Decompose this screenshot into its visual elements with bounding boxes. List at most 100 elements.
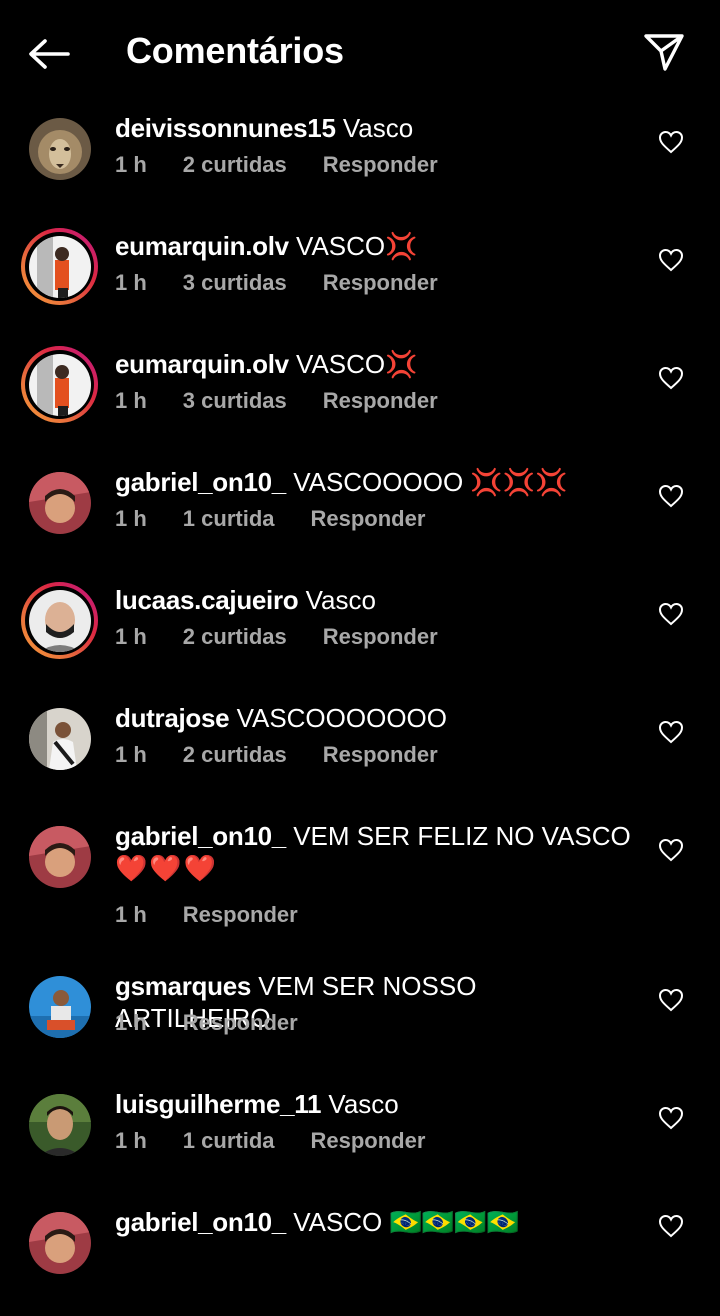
comment-item: eumarquin.olv VASCO💢 1 h 3 curtidas Resp… — [0, 340, 720, 458]
reply-button[interactable]: Responder — [323, 742, 438, 768]
reply-button[interactable]: Responder — [323, 624, 438, 650]
comment-body: VASCO 🇧🇷🇧🇷🇧🇷🇧🇷 — [293, 1207, 519, 1237]
paper-plane-icon — [644, 34, 684, 71]
comment-meta: 1 h 2 curtidas Responder — [115, 152, 474, 178]
comment-meta: 1 h 1 curtida Responder — [115, 506, 461, 532]
heart-outline-icon[interactable] — [658, 130, 684, 154]
avatar-image — [28, 975, 91, 1038]
comment-meta: 1 h 1 curtida Responder — [115, 1128, 461, 1154]
comment-likes[interactable]: 2 curtidas — [183, 742, 287, 768]
comment-list: deivissonnunes15 Vasco 1 h 2 curtidas Re… — [0, 104, 720, 1316]
heart-outline-icon[interactable] — [658, 720, 684, 744]
avatar-image — [28, 117, 91, 180]
heart-outline-icon[interactable] — [658, 1214, 684, 1238]
comment-username[interactable]: dutrajose — [115, 703, 230, 733]
comment-text: gabriel_on10_ VASCO 🇧🇷🇧🇷🇧🇷🇧🇷 — [115, 1206, 635, 1238]
comment-likes[interactable]: 1 curtida — [183, 506, 275, 532]
comment-item: lucaas.cajueiro Vasco 1 h 2 curtidas Res… — [0, 576, 720, 694]
reply-button[interactable]: Responder — [311, 1128, 426, 1154]
comment-meta: 1 h Responder — [115, 1010, 334, 1036]
reply-button[interactable]: Responder — [323, 388, 438, 414]
comment-meta: 1 h 3 curtidas Responder — [115, 270, 474, 296]
comment-likes[interactable]: 2 curtidas — [183, 624, 287, 650]
avatar-image — [28, 471, 91, 534]
avatar[interactable] — [21, 110, 98, 187]
avatar[interactable] — [21, 464, 98, 541]
comment-item: deivissonnunes15 Vasco 1 h 2 curtidas Re… — [0, 104, 720, 222]
comment-username[interactable]: lucaas.cajueiro — [115, 585, 299, 615]
comment-username[interactable]: deivissonnunes15 — [115, 113, 336, 143]
comment-likes[interactable]: 3 curtidas — [183, 270, 287, 296]
heart-outline-icon[interactable] — [658, 248, 684, 272]
heart-outline-icon[interactable] — [658, 484, 684, 508]
avatar[interactable] — [21, 968, 98, 1045]
comment-meta: 1 h 3 curtidas Responder — [115, 388, 474, 414]
comment-username[interactable]: gabriel_on10_ — [115, 1207, 286, 1237]
heart-outline-icon[interactable] — [658, 838, 684, 862]
heart-outline-icon[interactable] — [658, 1106, 684, 1130]
comment-likes[interactable]: 1 curtida — [183, 1128, 275, 1154]
reply-button[interactable]: Responder — [323, 270, 438, 296]
comment-username[interactable]: luisguilherme_11 — [115, 1089, 321, 1119]
avatar[interactable] — [21, 818, 98, 895]
comment-meta: 1 h 2 curtidas Responder — [115, 624, 474, 650]
comment-time: 1 h — [115, 902, 147, 927]
comment-username[interactable]: eumarquin.olv — [115, 349, 289, 379]
reply-button[interactable]: Responder — [323, 152, 438, 178]
avatar-image — [28, 353, 91, 416]
avatar[interactable] — [21, 1204, 98, 1281]
comment-item: gabriel_on10_ VASCOOOOO 💢💢💢 1 h 1 curtid… — [0, 458, 720, 576]
comment-body: VASCO💢 — [296, 231, 418, 261]
comment-username[interactable]: eumarquin.olv — [115, 231, 289, 261]
comment-meta: 1 h 2 curtidas Responder — [115, 742, 474, 768]
comment-time: 1 h — [115, 1128, 147, 1153]
comment-body: VASCOOOOO 💢💢💢 — [293, 467, 568, 497]
comment-likes[interactable]: 3 curtidas — [183, 388, 287, 414]
comment-item: luisguilherme_11 Vasco 1 h 1 curtida Res… — [0, 1080, 720, 1198]
comment-item: eumarquin.olv VASCO💢 1 h 3 curtidas Resp… — [0, 222, 720, 340]
heart-outline-icon[interactable] — [658, 602, 684, 626]
reply-button[interactable]: Responder — [183, 902, 298, 928]
comment-text: luisguilherme_11 Vasco — [115, 1088, 635, 1120]
comment-body: Vasco — [305, 585, 376, 615]
avatar[interactable] — [21, 1086, 98, 1163]
comment-time: 1 h — [115, 1010, 147, 1035]
comment-item: gabriel_on10_ VASCO 🇧🇷🇧🇷🇧🇷🇧🇷 — [0, 1198, 720, 1316]
comment-username[interactable]: gsmarques — [115, 971, 251, 1001]
reply-button[interactable]: Responder — [183, 1010, 298, 1036]
comment-text: lucaas.cajueiro Vasco — [115, 584, 635, 616]
arrow-left-icon — [29, 39, 70, 69]
comment-time: 1 h — [115, 742, 147, 767]
avatar-image — [28, 825, 91, 888]
comment-body: Vasco — [342, 113, 414, 143]
avatar-image — [28, 1093, 91, 1156]
share-button[interactable] — [640, 30, 688, 74]
comment-item: gabriel_on10_ VEM SER FELIZ NO VASCO ❤️❤… — [0, 812, 720, 962]
comment-body: VEM SER FELIZ NO VASCO — [293, 821, 631, 851]
comment-username[interactable]: gabriel_on10_ — [115, 821, 286, 851]
avatar[interactable] — [21, 700, 98, 777]
avatar[interactable] — [21, 228, 98, 305]
avatar[interactable] — [21, 582, 98, 659]
comment-time: 1 h — [115, 152, 147, 177]
page-title: Comentários — [126, 30, 344, 71]
comment-item: gsmarques VEM SER NOSSO ARTILHEIRO 1 h R… — [0, 962, 720, 1080]
comment-text: dutrajose VASCOOOOOOO — [115, 702, 635, 734]
avatar-image — [28, 1211, 91, 1274]
avatar-image — [28, 707, 91, 770]
comment-body-emoji: ❤️❤️❤️ — [115, 853, 219, 883]
comment-text: deivissonnunes15 Vasco — [115, 112, 635, 144]
comment-body: VASCOOOOOOO — [236, 703, 447, 733]
comment-text: gabriel_on10_ VASCOOOOO 💢💢💢 — [115, 466, 635, 498]
avatar[interactable] — [21, 346, 98, 423]
comment-text: eumarquin.olv VASCO💢 — [115, 348, 635, 380]
reply-button[interactable]: Responder — [311, 506, 426, 532]
comment-likes[interactable]: 2 curtidas — [183, 152, 287, 178]
heart-outline-icon[interactable] — [658, 366, 684, 390]
back-button[interactable] — [26, 34, 72, 74]
comment-time: 1 h — [115, 506, 147, 531]
comment-body: VASCO💢 — [296, 349, 418, 379]
comment-username[interactable]: gabriel_on10_ — [115, 467, 286, 497]
heart-outline-icon[interactable] — [658, 988, 684, 1012]
comment-time: 1 h — [115, 270, 147, 295]
